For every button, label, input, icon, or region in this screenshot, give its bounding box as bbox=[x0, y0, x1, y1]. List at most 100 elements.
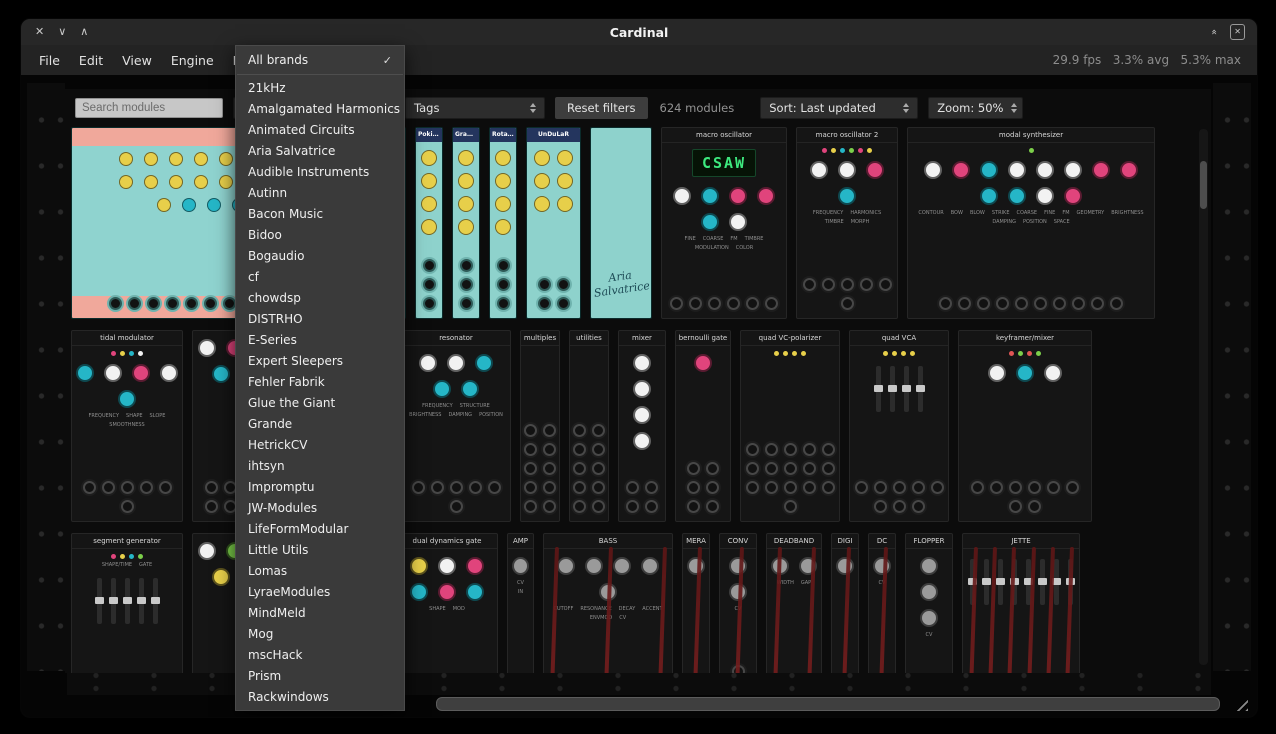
module-tile[interactable]: segment generatorSHAPE/TIMEGATE bbox=[71, 533, 183, 673]
module-title: MERA bbox=[683, 534, 709, 549]
brand-menu-item[interactable]: Glue the Giant bbox=[236, 393, 404, 414]
brand-menu-item[interactable]: Little Utils bbox=[236, 540, 404, 561]
window-unshade-icon[interactable]: ∧ bbox=[80, 26, 88, 38]
jacks bbox=[959, 476, 1091, 521]
sliders bbox=[963, 559, 1079, 605]
resize-grip[interactable] bbox=[1231, 694, 1248, 711]
module-tile[interactable]: JETTE bbox=[962, 533, 1080, 673]
menu-engine[interactable]: Engine bbox=[171, 53, 214, 68]
knob-labels: FINECOARSEFMTIMBREMODULATIONCOLOR bbox=[662, 233, 786, 251]
brand-menu-item[interactable]: LifeFormModular bbox=[236, 519, 404, 540]
vertical-scrollbar-handle[interactable] bbox=[1200, 161, 1207, 209]
brand-menu-item[interactable]: Rackwindows bbox=[236, 687, 404, 708]
module-tile[interactable]: quad VC-polarizer bbox=[740, 330, 840, 522]
module-title: keyframer/mixer bbox=[959, 331, 1091, 346]
module-tile[interactable]: macro oscillator 2FREQUENCYHARMONICSTIMB… bbox=[796, 127, 898, 319]
module-title: bernoulli gate bbox=[676, 331, 730, 346]
module-tile[interactable]: Rotatoes bbox=[489, 127, 517, 319]
collapse-icon[interactable]: » bbox=[1209, 29, 1221, 35]
brand-menu-item[interactable]: cf bbox=[236, 267, 404, 288]
module-tile[interactable]: Grabby bbox=[452, 127, 480, 319]
module-tile[interactable]: BASSCUTOFFRESONANCEDECAYACCENTENVMODCV bbox=[543, 533, 673, 673]
brand-menu-item[interactable]: Animated Circuits bbox=[236, 120, 404, 141]
brand-menu-item[interactable]: Lomas bbox=[236, 561, 404, 582]
brand-menu-item[interactable]: Amalgamated Harmonics bbox=[236, 99, 404, 120]
title-bar: ✕ ∨ ∧ Cardinal » ✕ bbox=[21, 19, 1257, 45]
close-box-icon[interactable]: ✕ bbox=[1230, 24, 1245, 40]
module-tile[interactable]: multiples bbox=[520, 330, 560, 522]
brand-menu-item[interactable]: Bidoo bbox=[236, 225, 404, 246]
horizontal-scrollbar[interactable] bbox=[436, 697, 1220, 711]
module-tile[interactable]: modal synthesizerCONTOURBOWBLOWSTRIKECOA… bbox=[907, 127, 1155, 319]
brand-menu-item[interactable]: Fehler Fabrik bbox=[236, 372, 404, 393]
brand-menu-item[interactable]: mscHack bbox=[236, 645, 404, 666]
knobs bbox=[416, 142, 442, 237]
module-tile[interactable]: quad VCA bbox=[849, 330, 949, 522]
brand-menu-item[interactable]: ihtsyn bbox=[236, 456, 404, 477]
brand-menu-item[interactable]: Bogaudio bbox=[236, 246, 404, 267]
module-tile[interactable]: DCCV bbox=[868, 533, 896, 673]
knobs bbox=[662, 179, 786, 233]
module-tile[interactable]: Pokies bbox=[415, 127, 443, 319]
menu-edit[interactable]: Edit bbox=[79, 53, 103, 68]
menu-file[interactable]: File bbox=[39, 53, 60, 68]
module-tile[interactable]: utilities bbox=[569, 330, 609, 522]
search-input[interactable] bbox=[75, 98, 223, 118]
brand-menu-item[interactable]: E-Series bbox=[236, 330, 404, 351]
module-tile[interactable]: DEADBANDWIDTHGAP bbox=[766, 533, 822, 673]
brand-menu-item[interactable]: 21kHz bbox=[236, 78, 404, 99]
brand-menu-item-all-brands[interactable]: All brands ✓ bbox=[236, 50, 404, 71]
brand-menu-item[interactable]: HetrickCV bbox=[236, 435, 404, 456]
module-tile[interactable]: dual dynamics gateSHAPEMOD bbox=[396, 533, 498, 673]
knobs bbox=[959, 356, 1091, 384]
module-tile[interactable]: macro oscillatorCSAWFINECOARSEFMTIMBREMO… bbox=[661, 127, 787, 319]
knob-labels: FREQUENCYSTRUCTUREBRIGHTNESSDAMPINGPOSIT… bbox=[402, 400, 510, 418]
module-title: multiples bbox=[521, 331, 559, 346]
window-close-icon[interactable]: ✕ bbox=[35, 26, 44, 38]
module-tile[interactable]: resonator FREQUENCYSTRUCTUREBRIGHTNESSDAM… bbox=[401, 330, 511, 522]
brand-menu-item[interactable]: Grande bbox=[236, 414, 404, 435]
brand-menu-item[interactable]: Prism bbox=[236, 666, 404, 687]
sort-select[interactable]: Sort: Last updated bbox=[760, 97, 918, 119]
brand-menu-item[interactable]: Audible Instruments bbox=[236, 162, 404, 183]
module-tile[interactable]: UnDuLaR bbox=[526, 127, 581, 319]
brand-menu-item[interactable]: MindMeld bbox=[236, 603, 404, 624]
module-title: mixer bbox=[619, 331, 665, 346]
zoom-select[interactable]: Zoom: 50% bbox=[928, 97, 1023, 119]
tags-select[interactable]: Tags bbox=[405, 97, 545, 119]
module-tile[interactable]: Aria Salvatrice bbox=[590, 127, 652, 319]
brand-menu-item[interactable]: JW-Modules bbox=[236, 498, 404, 519]
jacks bbox=[676, 457, 730, 521]
module-title: resonator bbox=[402, 331, 510, 346]
window-shade-icon[interactable]: ∨ bbox=[58, 26, 66, 38]
brand-menu-item[interactable]: Bacon Music bbox=[236, 204, 404, 225]
brand-menu-item[interactable]: DISTRHO bbox=[236, 309, 404, 330]
module-tile[interactable]: CONVCV bbox=[719, 533, 757, 673]
jacks bbox=[850, 476, 948, 521]
menu-view[interactable]: View bbox=[122, 53, 152, 68]
module-tile[interactable]: DIGI bbox=[831, 533, 859, 673]
jacks bbox=[908, 292, 1154, 318]
brand-menu-item[interactable]: Aria Salvatrice bbox=[236, 141, 404, 162]
vertical-scrollbar[interactable] bbox=[1199, 129, 1208, 665]
module-tile[interactable]: tidal modulatorFREQUENCYSHAPESLOPESMOOTH… bbox=[71, 330, 183, 522]
module-title: macro oscillator bbox=[662, 128, 786, 143]
module-tile[interactable]: keyframer/mixer bbox=[958, 330, 1092, 522]
app-window: ✕ ∨ ∧ Cardinal » ✕ File Edit View Engine… bbox=[20, 18, 1258, 718]
module-tile[interactable]: MERA bbox=[682, 533, 710, 673]
module-title: dual dynamics gate bbox=[397, 534, 497, 549]
knobs bbox=[619, 346, 665, 452]
brand-menu-item[interactable]: Expert Sleepers bbox=[236, 351, 404, 372]
brand-menu-item[interactable]: Mog bbox=[236, 624, 404, 645]
knobs bbox=[402, 346, 510, 400]
module-tile[interactable]: FLOPPERCV bbox=[905, 533, 953, 673]
module-tile[interactable]: mixer bbox=[618, 330, 666, 522]
brand-menu-item[interactable]: chowdsp bbox=[236, 288, 404, 309]
module-tile[interactable]: bernoulli gate bbox=[675, 330, 731, 522]
brand-menu-item[interactable]: LyraeModules bbox=[236, 582, 404, 603]
reset-filters-button[interactable]: Reset filters bbox=[555, 97, 648, 119]
brand-menu-item[interactable]: Autinn bbox=[236, 183, 404, 204]
brand-menu-item[interactable]: Impromptu bbox=[236, 477, 404, 498]
knob-labels: FREQUENCYHARMONICSTIMBREMORPH bbox=[797, 207, 897, 225]
module-tile[interactable]: AMPCVIN bbox=[507, 533, 534, 673]
